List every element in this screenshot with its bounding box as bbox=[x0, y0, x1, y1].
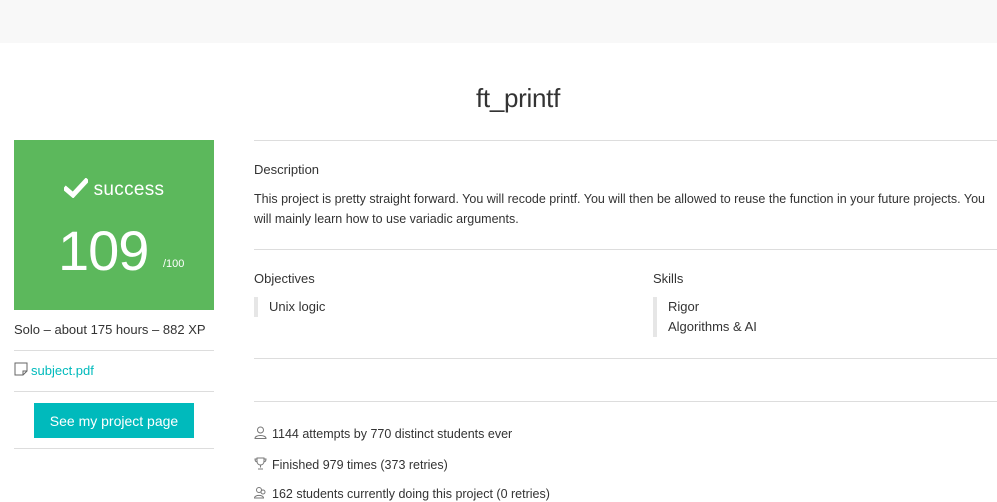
skill-item: Rigor bbox=[668, 299, 700, 314]
users-icon bbox=[253, 486, 272, 502]
stat-finished: Finished 979 times (373 retries) bbox=[254, 457, 448, 473]
page-title: ft_printf bbox=[475, 83, 560, 113]
objectives-list: Unix logic bbox=[254, 297, 325, 317]
top-navbar bbox=[0, 0, 997, 43]
stat-current: 162 students currently doing this projec… bbox=[253, 486, 550, 502]
score-status: success bbox=[14, 177, 214, 204]
check-icon bbox=[62, 177, 90, 204]
score-value: 109 bbox=[58, 219, 149, 282]
document-icon bbox=[14, 362, 28, 379]
trophy-icon bbox=[254, 457, 272, 473]
project-meta: Solo – about 175 hours – 882 XP bbox=[14, 322, 206, 337]
subject-link[interactable]: subject.pdf bbox=[31, 363, 94, 378]
score-max: /100 bbox=[163, 258, 185, 270]
skill-item: Algorithms & AI bbox=[668, 319, 757, 334]
stat-text: Finished 979 times (373 retries) bbox=[272, 458, 448, 472]
skills-list: Rigor Algorithms & AI bbox=[653, 297, 757, 337]
description-text: This project is pretty straight forward.… bbox=[254, 192, 985, 226]
divider bbox=[254, 358, 997, 359]
divider bbox=[254, 249, 997, 250]
stat-text: 1144 attempts by 770 distinct students e… bbox=[272, 427, 513, 441]
subject-link-row[interactable]: subject.pdf bbox=[14, 362, 94, 379]
stat-attempts: 1144 attempts by 770 distinct students e… bbox=[254, 426, 512, 442]
user-icon bbox=[254, 426, 272, 442]
score-status-label: success bbox=[93, 179, 165, 200]
divider bbox=[14, 350, 214, 351]
project-page-button[interactable]: See my project page bbox=[34, 403, 194, 438]
divider bbox=[254, 140, 997, 141]
description-heading: Description bbox=[254, 162, 320, 177]
objective-item: Unix logic bbox=[269, 299, 326, 314]
score-card: success 109 /100 bbox=[14, 140, 214, 310]
divider bbox=[14, 448, 214, 449]
divider bbox=[14, 391, 214, 392]
objectives-heading: Objectives bbox=[254, 271, 315, 286]
skills-heading: Skills bbox=[653, 271, 684, 286]
divider bbox=[254, 401, 997, 402]
